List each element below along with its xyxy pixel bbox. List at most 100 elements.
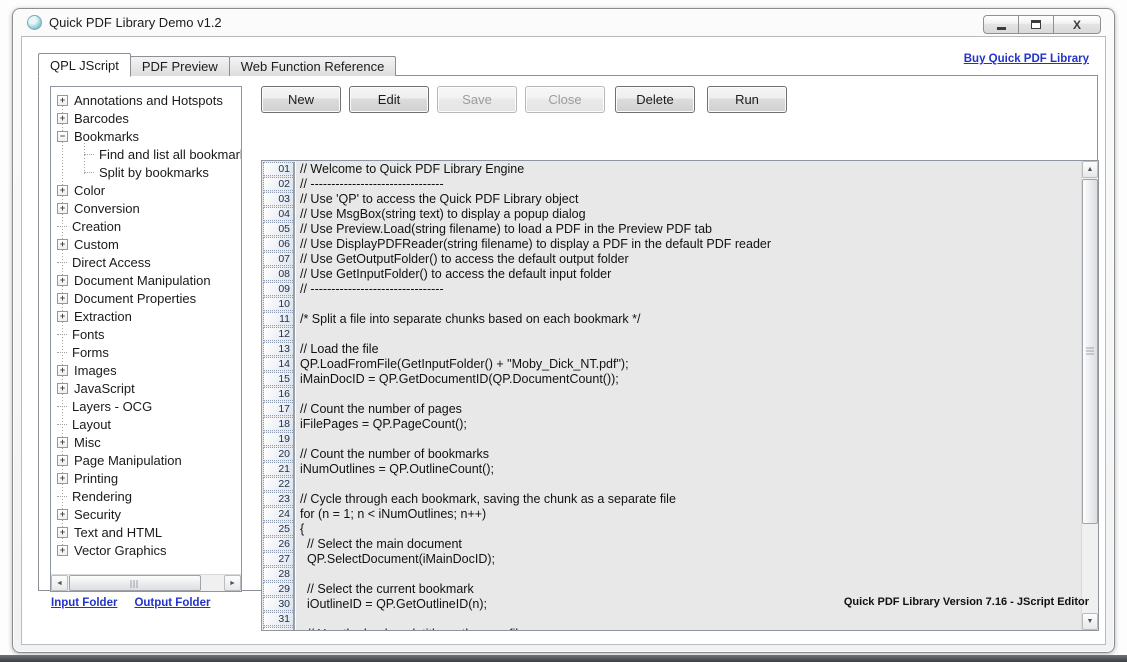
delete-button[interactable]: Delete	[615, 86, 695, 113]
expand-plus-icon[interactable]: +	[57, 311, 68, 322]
tree-horizontal-scrollbar[interactable]: ◄ ►	[51, 574, 241, 591]
tree-item-text-and-html[interactable]: +Text and HTML	[51, 523, 241, 541]
maximize-button[interactable]	[1018, 15, 1054, 34]
code-line[interactable]: // Count the number of pages	[295, 402, 1081, 417]
code-line[interactable]: // Select the main document	[295, 537, 1081, 552]
minimize-button[interactable]	[983, 15, 1019, 34]
expand-plus-icon[interactable]: +	[57, 239, 68, 250]
code-line[interactable]	[295, 432, 1081, 447]
tree-item-javascript[interactable]: +JavaScript	[51, 379, 241, 397]
scroll-down-icon[interactable]: ▼	[1082, 613, 1098, 630]
code-line[interactable]: // Use Preview.Load(string filename) to …	[295, 222, 1081, 237]
code-pane[interactable]: // Welcome to Quick PDF Library Engine//…	[293, 162, 1081, 630]
tree-item-rendering[interactable]: Rendering	[51, 487, 241, 505]
code-line[interactable]: QP.LoadFromFile(GetInputFolder() + "Moby…	[295, 357, 1081, 372]
expand-plus-icon[interactable]: +	[57, 437, 68, 448]
tree-item-forms[interactable]: Forms	[51, 343, 241, 361]
tree-item-custom[interactable]: +Custom	[51, 235, 241, 253]
code-line[interactable]: {	[295, 522, 1081, 537]
tree-item-fonts[interactable]: Fonts	[51, 325, 241, 343]
code-line[interactable]	[295, 387, 1081, 402]
tree-item-color[interactable]: +Color	[51, 181, 241, 199]
scroll-left-icon[interactable]: ◄	[51, 575, 68, 591]
expand-plus-icon[interactable]: +	[57, 95, 68, 106]
code-line[interactable]: // Select the current bookmark	[295, 582, 1081, 597]
output-folder-link[interactable]: Output Folder	[134, 597, 210, 609]
expand-plus-icon[interactable]: +	[57, 293, 68, 304]
tree-item-document-properties[interactable]: +Document Properties	[51, 289, 241, 307]
tree-item-annotations-and-hotspots[interactable]: +Annotations and Hotspots	[51, 91, 241, 109]
code-line[interactable]: // Use MsgBox(string text) to display a …	[295, 207, 1081, 222]
code-line[interactable]: // Use 'QP' to access the Quick PDF Libr…	[295, 192, 1081, 207]
tree-item-misc[interactable]: +Misc	[51, 433, 241, 451]
expand-plus-icon[interactable]: +	[57, 455, 68, 466]
code-line[interactable]: // --------------------------------	[295, 177, 1081, 192]
tree-item-page-manipulation[interactable]: +Page Manipulation	[51, 451, 241, 469]
expand-plus-icon[interactable]: +	[57, 473, 68, 484]
code-line[interactable]	[295, 567, 1081, 582]
tab-pdf-preview[interactable]: PDF Preview	[130, 56, 230, 76]
tree-item-split-by-bookmarks[interactable]: Split by bookmarks	[51, 163, 241, 181]
code-line[interactable]: // Cycle through each bookmark, saving t…	[295, 492, 1081, 507]
tree-item-direct-access[interactable]: Direct Access	[51, 253, 241, 271]
tree-item-document-manipulation[interactable]: +Document Manipulation	[51, 271, 241, 289]
code-line[interactable]	[295, 612, 1081, 627]
editor-vertical-scrollbar[interactable]: ▲ ▼	[1081, 161, 1098, 630]
code-line[interactable]	[295, 327, 1081, 342]
collapse-minus-icon[interactable]: −	[57, 131, 68, 142]
code-line[interactable]: iNumOutlines = QP.OutlineCount();	[295, 462, 1081, 477]
tree-item-bookmarks[interactable]: −Bookmarks	[51, 127, 241, 145]
tree-item-extraction[interactable]: +Extraction	[51, 307, 241, 325]
tree-item-layout[interactable]: Layout	[51, 415, 241, 433]
expand-plus-icon[interactable]: +	[57, 509, 68, 520]
code-line[interactable]: for (n = 1; n < iNumOutlines; n++)	[295, 507, 1081, 522]
code-line[interactable]: // Load the file	[295, 342, 1081, 357]
tree-hscroll-thumb[interactable]	[69, 575, 201, 591]
code-line[interactable]: // Count the number of bookmarks	[295, 447, 1081, 462]
code-line[interactable]: QP.SelectDocument(iMainDocID);	[295, 552, 1081, 567]
tree-item-find-and-list-all-bookmark[interactable]: Find and list all bookmark	[51, 145, 241, 163]
tree-item-barcodes[interactable]: + Barcodes	[51, 109, 241, 127]
code-line[interactable]: iMainDocID = QP.GetDocumentID(QP.Documen…	[295, 372, 1081, 387]
expand-plus-icon[interactable]: +	[57, 113, 68, 124]
expand-plus-icon[interactable]: +	[57, 527, 68, 538]
code-line[interactable]: // --------------------------------	[295, 282, 1081, 297]
expand-plus-icon[interactable]: +	[57, 545, 68, 556]
scroll-right-icon[interactable]: ►	[224, 575, 241, 591]
input-folder-link[interactable]: Input Folder	[51, 597, 117, 609]
code-editor[interactable]: 0102030405060708091011121314151617181920…	[261, 160, 1099, 631]
expand-plus-icon[interactable]: +	[57, 365, 68, 376]
tree-item-creation[interactable]: Creation	[51, 217, 241, 235]
run-button[interactable]: Run	[707, 86, 787, 113]
code-line[interactable]: // Use GetOutputFolder() to access the d…	[295, 252, 1081, 267]
code-line[interactable]: // Use DisplayPDFReader(string filename)…	[295, 237, 1081, 252]
tree-item-label: Barcodes	[74, 111, 129, 126]
code-line[interactable]	[295, 297, 1081, 312]
tree-item-conversion[interactable]: +Conversion	[51, 199, 241, 217]
scroll-up-icon[interactable]: ▲	[1082, 161, 1098, 178]
tab-qpl-jscript[interactable]: QPL JScript	[38, 53, 131, 77]
expand-plus-icon[interactable]: +	[57, 383, 68, 394]
expand-plus-icon[interactable]: +	[57, 203, 68, 214]
code-line[interactable]: // Welcome to Quick PDF Library Engine	[295, 162, 1081, 177]
tree-item-layers-ocg[interactable]: Layers - OCG	[51, 397, 241, 415]
tree-item-images[interactable]: +Images	[51, 361, 241, 379]
code-line[interactable]: iFilePages = QP.PageCount();	[295, 417, 1081, 432]
tab-web-function-reference[interactable]: Web Function Reference	[229, 56, 397, 76]
new-button[interactable]: New	[261, 86, 341, 113]
buy-quick-pdf-library-link[interactable]: Buy Quick PDF Library	[964, 53, 1089, 65]
tree-item-vector-graphics[interactable]: +Vector Graphics	[51, 541, 241, 559]
code-line[interactable]: // Use GetInputFolder() to access the de…	[295, 267, 1081, 282]
expand-plus-icon[interactable]: +	[57, 185, 68, 196]
editor-vscroll-thumb[interactable]	[1082, 179, 1098, 524]
expand-plus-icon[interactable]: +	[57, 275, 68, 286]
close-button[interactable]: X	[1053, 15, 1101, 34]
function-tree[interactable]: +Annotations and Hotspots+Barcodes−Bookm…	[50, 86, 242, 592]
edit-button[interactable]: Edit	[349, 86, 429, 113]
title-bar[interactable]: Quick PDF Library Demo v1.2 X	[13, 9, 1114, 36]
tree-item-printing[interactable]: +Printing	[51, 469, 241, 487]
code-line[interactable]	[295, 477, 1081, 492]
tree-item-security[interactable]: +Security	[51, 505, 241, 523]
code-line[interactable]: /* Split a file into separate chunks bas…	[295, 312, 1081, 327]
code-line[interactable]: // Use the bookmark title as the new fil…	[295, 627, 1081, 630]
